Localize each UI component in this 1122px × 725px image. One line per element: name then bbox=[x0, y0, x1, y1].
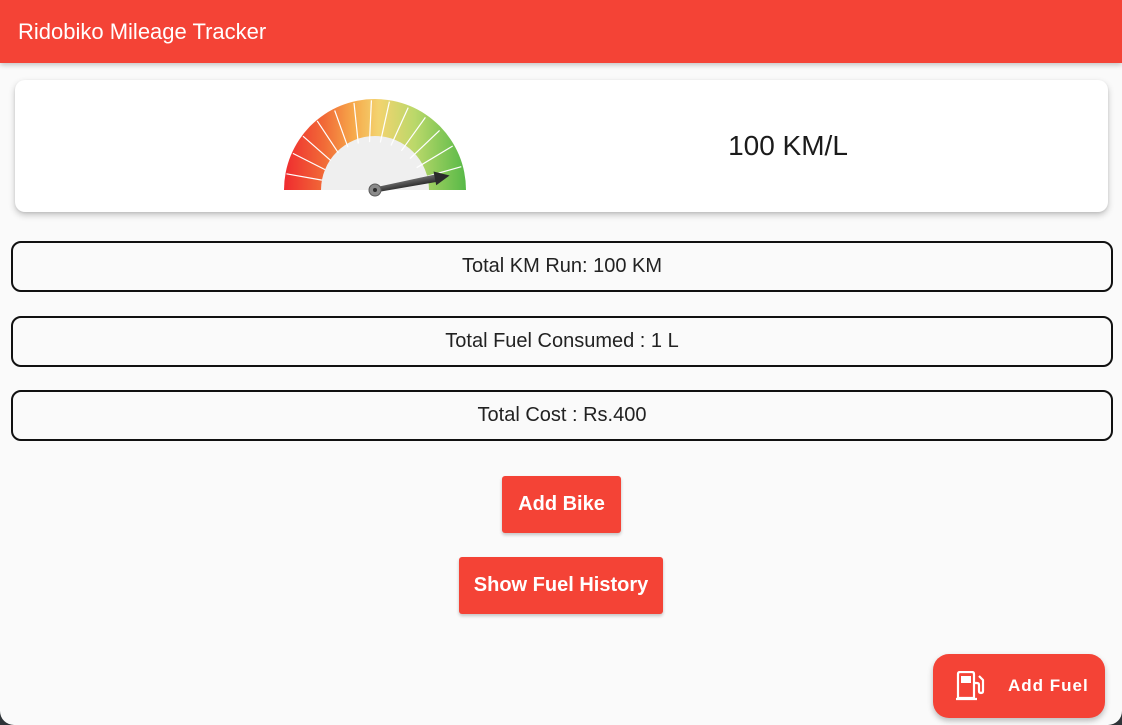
app-screen: Ridobiko Mileage Tracker 100 KM/L Total … bbox=[0, 0, 1122, 725]
app-bar: Ridobiko Mileage Tracker bbox=[0, 0, 1122, 63]
show-fuel-history-button[interactable]: Show Fuel History bbox=[459, 557, 663, 614]
add-bike-button[interactable]: Add Bike bbox=[502, 476, 621, 533]
mileage-value: 100 KM/L bbox=[728, 130, 848, 161]
total-km-run-box: Total KM Run: 100 KM bbox=[11, 241, 1113, 292]
total-fuel-consumed-box: Total Fuel Consumed : 1 L bbox=[11, 316, 1113, 367]
total-cost-box: Total Cost : Rs.400 bbox=[11, 390, 1113, 441]
app-title: Ridobiko Mileage Tracker bbox=[18, 19, 267, 44]
fuel-pump-icon bbox=[956, 671, 985, 701]
mileage-gauge-card: 100 KM/L bbox=[15, 80, 1108, 212]
add-fuel-label: Add Fuel bbox=[1008, 676, 1089, 695]
speedometer-gauge-icon bbox=[284, 99, 466, 197]
add-fuel-fab[interactable]: Add Fuel bbox=[933, 654, 1105, 718]
